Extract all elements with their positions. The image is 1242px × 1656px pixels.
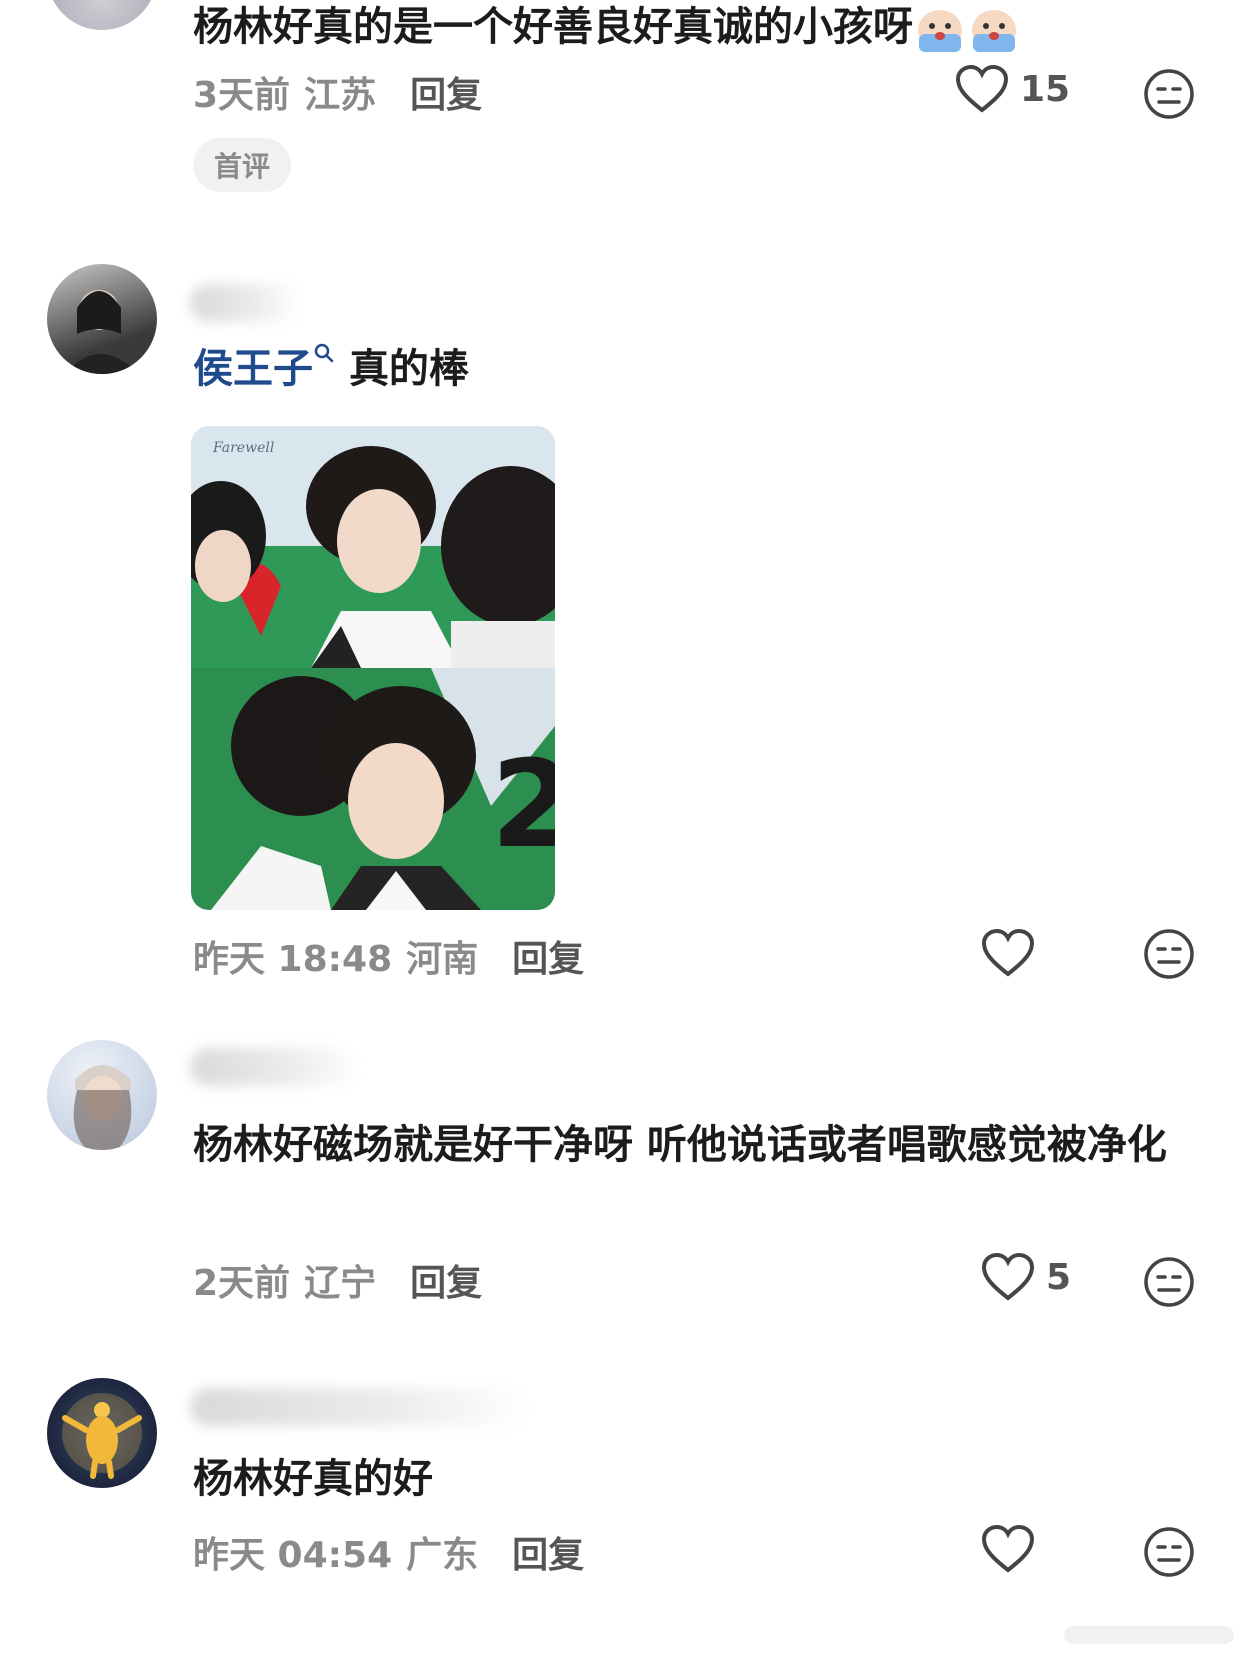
avatar-portrait bbox=[62, 1393, 142, 1479]
heart-outline-icon bbox=[955, 64, 1009, 113]
meh-face-icon[interactable] bbox=[1143, 1256, 1195, 1308]
timestamp: 3天前 bbox=[193, 75, 291, 116]
svg-text:2: 2 bbox=[491, 736, 555, 875]
blurred-username bbox=[190, 1388, 530, 1426]
like-count: 5 bbox=[1046, 1256, 1072, 1298]
first-comment-badge: 首评 bbox=[193, 138, 291, 192]
region: 河南 bbox=[406, 939, 479, 980]
blurred-username bbox=[190, 284, 300, 322]
like-button[interactable]: 5 bbox=[980, 1252, 1071, 1302]
crying-emoji-icon bbox=[918, 10, 962, 52]
comment-meta: 昨天 04:54 广东 回复 bbox=[193, 1526, 584, 1578]
comment-text: 侯王子 真的棒 bbox=[193, 336, 1213, 402]
crying-emoji-icon bbox=[972, 10, 1016, 52]
timestamp: 昨天 18:48 bbox=[193, 939, 393, 980]
like-button[interactable] bbox=[980, 1524, 1046, 1574]
photo-collage: 2 bbox=[191, 426, 555, 910]
timestamp: 昨天 04:54 bbox=[193, 1535, 393, 1576]
region: 江苏 bbox=[304, 75, 377, 116]
meh-face-icon[interactable] bbox=[1143, 928, 1195, 980]
avatar[interactable] bbox=[47, 0, 157, 30]
heart-outline-icon bbox=[981, 1524, 1035, 1573]
comment-meta: 2天前 辽宁 回复 bbox=[193, 1254, 482, 1306]
mention-link[interactable]: 侯王子 bbox=[193, 343, 335, 392]
avatar-portrait bbox=[65, 290, 139, 374]
heart-outline-icon bbox=[981, 928, 1035, 977]
comment-text: 杨林好真的是一个好善良好真诚的小孩呀 bbox=[193, 0, 1213, 60]
heart-outline-icon bbox=[981, 1252, 1035, 1301]
like-button[interactable]: 15 bbox=[954, 64, 1070, 114]
photo-caption: Farewell bbox=[213, 440, 275, 456]
like-button[interactable] bbox=[980, 928, 1046, 978]
blurred-username bbox=[190, 1048, 360, 1086]
timestamp: 2天前 bbox=[193, 1263, 291, 1304]
search-icon bbox=[314, 343, 334, 363]
meh-face-icon[interactable] bbox=[1143, 68, 1195, 120]
reply-button[interactable]: 回复 bbox=[410, 66, 482, 118]
reply-button[interactable]: 回复 bbox=[410, 1254, 482, 1306]
comment-text: 杨林好真的好 bbox=[193, 1456, 433, 1502]
comment-meta: 昨天 18:48 河南 回复 bbox=[193, 930, 584, 982]
meh-face-icon[interactable] bbox=[1143, 1526, 1195, 1578]
avatar[interactable] bbox=[47, 264, 157, 374]
comment-meta: 3天前 江苏 回复 bbox=[193, 66, 482, 118]
region: 广东 bbox=[406, 1535, 479, 1576]
reply-button[interactable]: 回复 bbox=[512, 1526, 584, 1578]
avatar-portrait bbox=[73, 1065, 132, 1150]
reply-button[interactable]: 回复 bbox=[512, 930, 584, 982]
avatar[interactable] bbox=[47, 1040, 157, 1150]
comment-text: 杨林好磁场就是好干净呀 听他说话或者唱歌感觉被净化 bbox=[193, 1122, 1167, 1168]
region: 辽宁 bbox=[304, 1263, 377, 1304]
avatar[interactable] bbox=[47, 1378, 157, 1488]
like-count: 15 bbox=[1020, 68, 1071, 110]
comment-photo[interactable]: 2 Farewell bbox=[191, 426, 555, 910]
watermark bbox=[1064, 1626, 1234, 1644]
